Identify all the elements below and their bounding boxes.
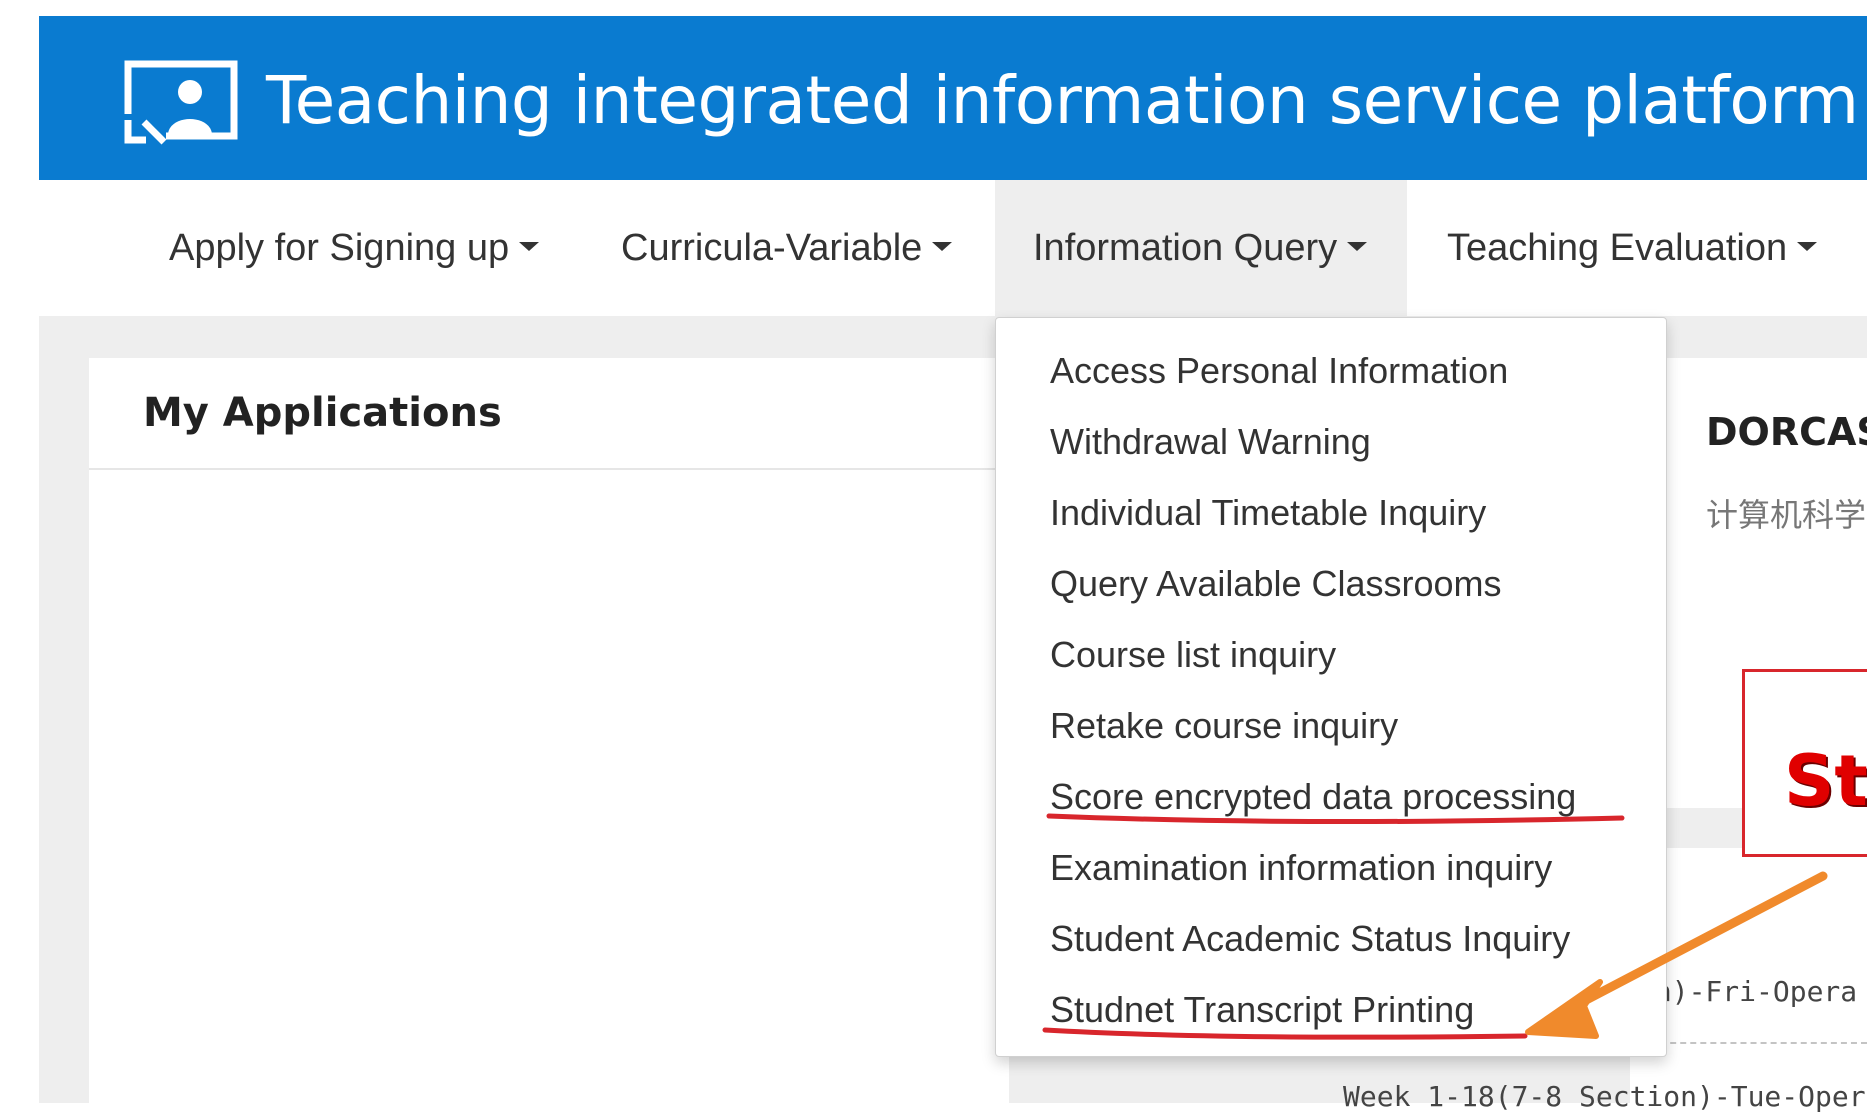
schedule-entry: Week 1-18(7-8 Section)-Tue-Opera [1343, 1080, 1867, 1113]
schedule-entry: on)-Fri-Opera [1638, 975, 1858, 1008]
menu-item-score-encrypted-data-processing[interactable]: Score encrypted data processing [1050, 776, 1576, 818]
nav-curricula-variable[interactable]: Curricula-Variable [621, 180, 953, 316]
nav-label: Curricula-Variable [621, 227, 923, 269]
nav-teaching-evaluation[interactable]: Teaching Evaluation [1447, 180, 1818, 316]
menu-item-course-list-inquiry[interactable]: Course list inquiry [1050, 634, 1336, 676]
information-query-dropdown: Access Personal Information Withdrawal W… [995, 317, 1667, 1057]
menu-item-individual-timetable-inquiry[interactable]: Individual Timetable Inquiry [1050, 492, 1486, 534]
caret-down-icon [1797, 242, 1818, 252]
user-department: 计算机科学 [1706, 497, 1867, 533]
user-name: DORCAS [1706, 410, 1867, 454]
menu-item-student-academic-status-inquiry[interactable]: Student Academic Status Inquiry [1050, 918, 1570, 960]
menu-item-withdrawal-warning[interactable]: Withdrawal Warning [1050, 421, 1371, 463]
my-applications-panel: My Applications [89, 358, 1009, 1103]
main-navbar: Apply for Signing up Curricula-Variable … [39, 180, 1867, 316]
nav-information-query[interactable]: Information Query [995, 180, 1407, 316]
nav-label: Teaching Evaluation [1447, 227, 1788, 269]
caret-down-icon [1347, 242, 1368, 252]
menu-item-examination-information-inquiry[interactable]: Examination information inquiry [1050, 847, 1552, 889]
app-header: Teaching integrated information service … [39, 16, 1867, 180]
menu-item-retake-course-inquiry[interactable]: Retake course inquiry [1050, 705, 1398, 747]
platform-title: Teaching integrated information service … [266, 62, 1859, 139]
menu-item-student-transcript-printing[interactable]: Studnet Transcript Printing [1050, 989, 1474, 1031]
step-callout-text: Ste [1784, 740, 1867, 822]
panel-header: My Applications [89, 358, 1009, 470]
menu-item-query-available-classrooms[interactable]: Query Available Classrooms [1050, 563, 1502, 605]
panel-title: My Applications [143, 390, 502, 436]
nav-label: Information Query [1033, 227, 1338, 269]
menu-item-access-personal-information[interactable]: Access Personal Information [1050, 350, 1508, 392]
nav-apply-for-signing-up[interactable]: Apply for Signing up [169, 180, 540, 316]
nav-label: Apply for Signing up [169, 227, 510, 269]
caret-down-icon [519, 242, 540, 252]
caret-down-icon [932, 242, 953, 252]
teaching-screen-icon [124, 60, 238, 145]
